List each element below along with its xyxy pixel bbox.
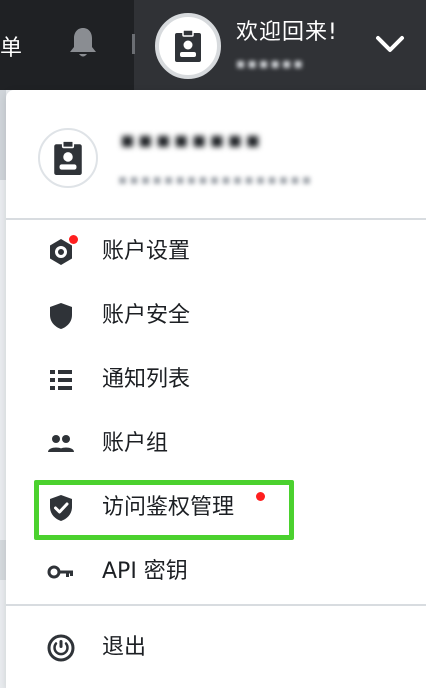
shield-icon — [50, 303, 72, 329]
menu-item-label: 账户组 — [102, 431, 169, 456]
menu-item-account-security[interactable]: 账户安全 — [6, 284, 426, 348]
highlight-box — [34, 480, 294, 540]
bell-icon[interactable] — [68, 26, 98, 60]
key-icon — [47, 565, 73, 579]
menu-item-account-settings[interactable]: 账户设置 — [6, 220, 426, 284]
account-name: ▪▪▪▪▪▪▪▪ — [120, 128, 264, 153]
list-icon — [50, 370, 72, 390]
badge-id-icon — [175, 29, 201, 62]
chevron-down-icon[interactable] — [372, 30, 408, 58]
menu-item-label: 退出 — [102, 635, 147, 660]
menu-item-api-keys[interactable]: API 密钥 — [6, 540, 426, 604]
menu-item-notification-list[interactable]: 通知列表 — [6, 348, 426, 412]
user-dropdown-menu: ▪▪▪▪▪▪▪▪ ▪▪▪▪▪▪▪▪▪▪▪▪▪▪▪▪▪ 账户设置 账户安全 通知列… — [6, 90, 426, 688]
top-navigation-bar: 单 欢迎回来! ▪▪▪▪▪▪ — [0, 0, 426, 90]
menu-item-label: 通知列表 — [102, 367, 191, 392]
account-email: ▪▪▪▪▪▪▪▪▪▪▪▪▪▪▪▪▪ — [118, 172, 314, 188]
avatar[interactable] — [155, 13, 221, 79]
power-icon — [47, 634, 75, 662]
notification-dot — [69, 235, 78, 244]
menu-item-label: 账户设置 — [102, 239, 191, 264]
badge-id-icon — [54, 140, 82, 175]
menu-item-account-group[interactable]: 账户组 — [6, 412, 426, 476]
welcome-text: 欢迎回来! — [236, 20, 338, 45]
header-username: ▪▪▪▪▪▪ — [236, 56, 305, 72]
header-separator — [132, 34, 135, 54]
avatar — [38, 128, 98, 188]
divider — [6, 604, 426, 606]
nav-item-partial[interactable]: 单 — [0, 30, 22, 62]
menu-item-label: 账户安全 — [102, 303, 191, 328]
menu-item-label: API 密钥 — [102, 559, 188, 584]
users-icon — [48, 435, 74, 452]
menu-item-logout[interactable]: 退出 — [6, 616, 426, 680]
